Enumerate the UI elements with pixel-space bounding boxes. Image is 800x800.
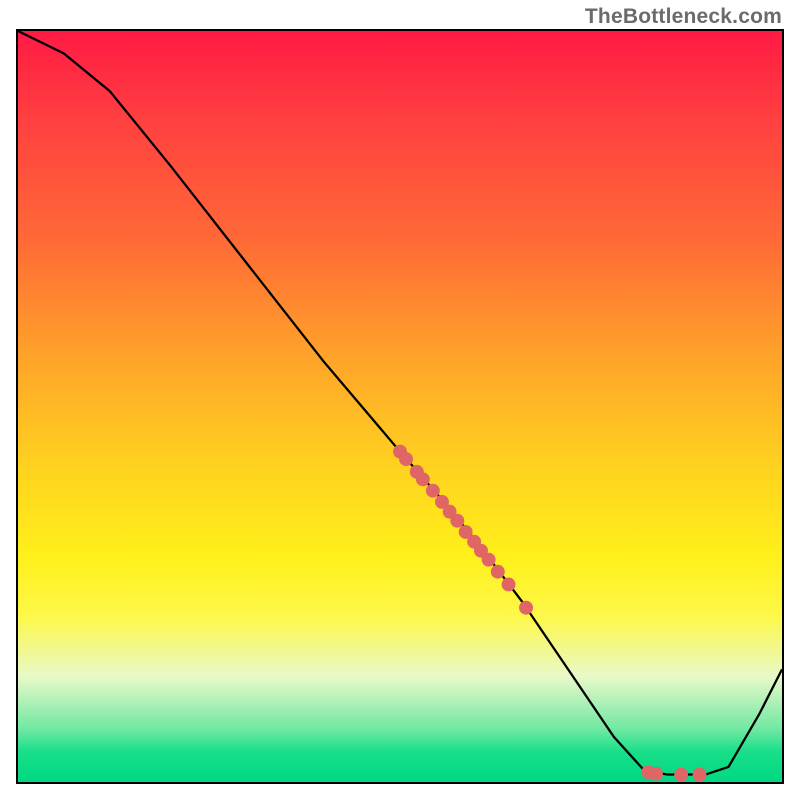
scatter-points — [393, 445, 706, 782]
scatter-point — [519, 601, 533, 615]
scatter-point — [426, 484, 440, 498]
bottleneck-curve — [18, 31, 782, 775]
chart-overlay — [18, 31, 782, 782]
scatter-point — [674, 768, 688, 782]
scatter-point — [502, 577, 516, 591]
scatter-point — [450, 514, 464, 528]
scatter-point — [399, 452, 413, 466]
watermark-text: TheBottleneck.com — [585, 5, 782, 29]
scatter-point — [416, 472, 430, 486]
chart-frame — [16, 29, 784, 784]
scatter-point — [693, 768, 707, 782]
scatter-point — [482, 553, 496, 567]
scatter-point — [491, 565, 505, 579]
scatter-point — [649, 767, 663, 781]
